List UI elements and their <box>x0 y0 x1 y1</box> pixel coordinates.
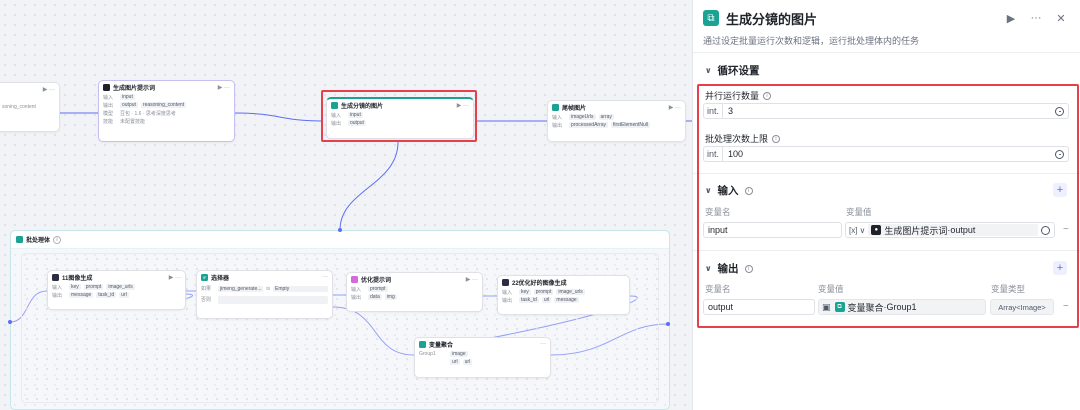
chevron-down-icon: ∨ <box>705 66 712 75</box>
node-tail-frame-images[interactable]: 尾帧图片 ▶ ··· 输入 imageUrls array 输出 processedAr… <box>547 100 686 142</box>
node-optimize-prompt[interactable]: 优化提示词 ▶ ··· 输入 prompt 输出 data img <box>346 272 483 312</box>
more-icon[interactable]: ··· <box>1027 12 1045 24</box>
node-image-prompt[interactable]: 生成图片提示词 ▶ ··· 输入 input 输出 output reasoning_c… <box>98 80 235 142</box>
divider <box>693 52 1080 53</box>
node-image-gen-22[interactable]: 22优化好的图像生成 输入 key prompt image_urls 输出 task_… <box>497 275 630 315</box>
llm-icon <box>103 83 110 91</box>
aggregate-icon <box>419 340 426 348</box>
batch-icon <box>16 236 23 243</box>
node-title: 生成图片提示词 <box>113 85 156 92</box>
panel-highlight-box <box>697 84 1079 328</box>
prompt-icon <box>351 275 358 283</box>
image-gen-icon <box>52 273 59 281</box>
wire-prompt-split <box>234 112 323 122</box>
node-partial-output: soning_content <box>2 104 36 110</box>
batch-top-port[interactable] <box>338 228 342 232</box>
batch-out-port[interactable] <box>666 322 670 326</box>
run-icon[interactable]: ▶ <box>1002 12 1020 25</box>
panel-description: 通过设定批量运行次数和逻辑，运行批处理体内的任务 <box>703 36 920 46</box>
info-icon[interactable]: i <box>53 235 62 244</box>
if-icon: IF <box>201 273 208 281</box>
close-icon[interactable]: ✕ <box>1052 12 1070 25</box>
image-gen-icon <box>502 278 509 286</box>
panel-title: 生成分镜的图片 <box>726 11 818 27</box>
workflow-canvas[interactable]: ▶ ··· soning_content 生成图片提示词 ▶ ··· 输入 inpu… <box>0 0 692 410</box>
loop-settings-header[interactable]: ∨ 循环设置 <box>705 63 760 78</box>
canvas-highlight-box <box>321 90 477 142</box>
batch-body-container[interactable]: 批处理体 i <box>10 230 670 410</box>
node-selector[interactable]: IF 选择器 ··· 如果 jimeng_generate... is Empty 否则 <box>196 270 333 319</box>
batch-node-icon: ⧉ <box>703 10 719 26</box>
wire-split-batch <box>339 141 399 231</box>
batch-in-port[interactable] <box>8 320 12 324</box>
node-image-gen-11[interactable]: 11图像生成 ▶ ··· 输入 key prompt image_urls 输出 mess… <box>47 270 186 310</box>
node-variable-aggregation[interactable]: 变量聚合 ··· Group1 image url url <box>414 337 551 378</box>
node-partial[interactable]: ▶ ··· soning_content <box>0 82 60 132</box>
batch-title: 批处理体 <box>26 238 51 244</box>
code-icon <box>552 103 559 111</box>
